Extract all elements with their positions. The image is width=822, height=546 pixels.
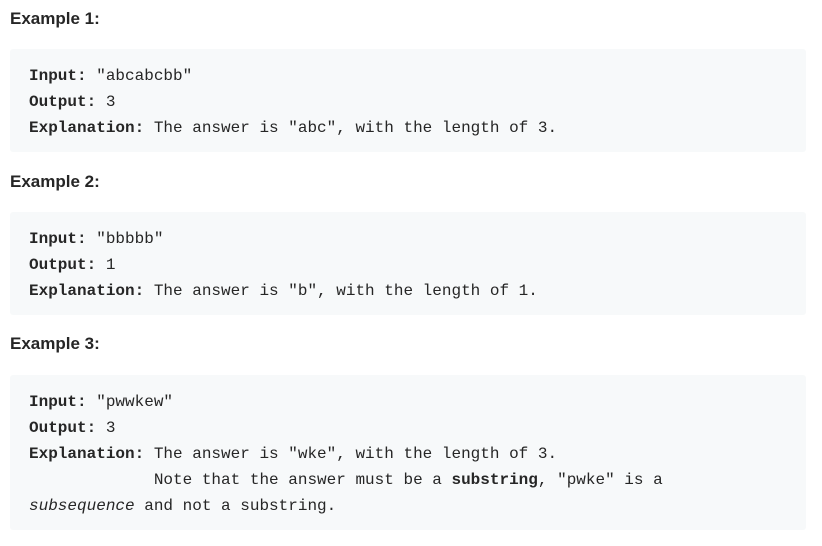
note-prefix: Note that the answer must be a [29, 471, 452, 489]
explanation-value: The answer is "b", with the length of 1. [144, 282, 538, 300]
explanation-value: The answer is "wke", with the length of … [144, 445, 558, 463]
input-value: "pwwkew" [86, 393, 174, 411]
output-value: 1 [96, 256, 116, 274]
output-value: 3 [96, 93, 116, 111]
example-1-input-line: Input: "abcabcbb" [29, 63, 787, 89]
explanation-value: The answer is "abc", with the length of … [144, 119, 558, 137]
note-end: and not a substring. [134, 497, 337, 515]
example-3-output-line: Output: 3 [29, 415, 787, 441]
note-italic-term: subsequence [29, 497, 135, 515]
explanation-label: Explanation: [29, 119, 145, 137]
note-suffix: , "pwke" is a [537, 471, 663, 489]
example-2-code-block: Input: "bbbbb" Output: 1 Explanation: The … [10, 212, 806, 315]
example-1-explanation-line: Explanation: The answer is "abc", with t… [29, 115, 787, 141]
example-2-output-line: Output: 1 [29, 252, 787, 278]
example-3-input-line: Input: "pwwkew" [29, 389, 787, 415]
explanation-label: Explanation: [29, 282, 145, 300]
example-2-input-line: Input: "bbbbb" [29, 226, 787, 252]
input-label: Input: [29, 230, 87, 248]
example-3-explanation-line: Explanation: The answer is "wke", with t… [29, 441, 787, 467]
input-value: "bbbbb" [86, 230, 164, 248]
explanation-label: Explanation: [29, 445, 145, 463]
example-1-code-block: Input: "abcabcbb" Output: 3 Explanation: T… [10, 49, 806, 152]
example-3-code-block: Input: "pwwkew" Output: 3 Explanation: The… [10, 375, 806, 530]
note-bold-term: substring [451, 471, 538, 489]
example-2-heading: Example 2: [10, 172, 100, 191]
output-label: Output: [29, 93, 97, 111]
example-3-heading: Example 3: [10, 334, 100, 353]
output-value: 3 [96, 419, 116, 437]
example-2-explanation-line: Explanation: The answer is "b", with the… [29, 278, 787, 304]
example-1-heading: Example 1: [10, 9, 100, 28]
input-value: "abcabcbb" [86, 67, 193, 85]
output-label: Output: [29, 256, 97, 274]
output-label: Output: [29, 419, 97, 437]
input-label: Input: [29, 67, 87, 85]
example-1-output-line: Output: 3 [29, 89, 787, 115]
example-3-note-line: Note that the answer must be a substring… [29, 467, 787, 493]
example-3-note-continuation-line: subsequence and not a substring. [29, 493, 787, 519]
input-label: Input: [29, 393, 87, 411]
